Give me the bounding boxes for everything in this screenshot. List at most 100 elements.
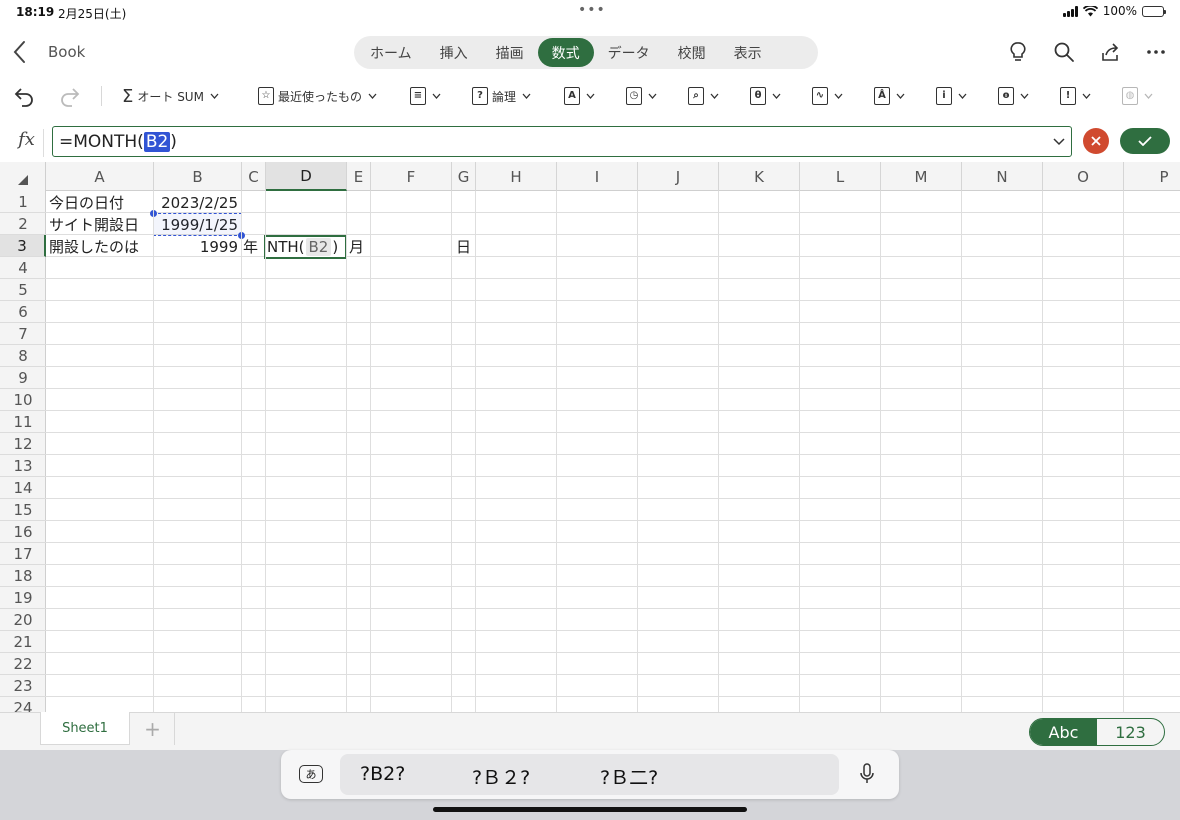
logical-label: 論理 bbox=[492, 89, 517, 104]
add-sheet-button[interactable]: + bbox=[131, 713, 175, 745]
lookup-button[interactable]: ⌕ bbox=[688, 84, 719, 108]
column-header-E[interactable]: E bbox=[347, 162, 371, 191]
financial-button[interactable]: ≡ bbox=[410, 84, 441, 108]
row-header-22[interactable]: 22 bbox=[0, 653, 46, 675]
math-button[interactable]: θ bbox=[750, 84, 781, 108]
tab-review[interactable]: 校閲 bbox=[664, 38, 720, 67]
column-header-L[interactable]: L bbox=[800, 162, 881, 191]
candidate-2[interactable]: ?Ｂ２? bbox=[472, 763, 530, 790]
row-header-21[interactable]: 21 bbox=[0, 631, 46, 653]
row-header-11[interactable]: 11 bbox=[0, 411, 46, 433]
home-indicator[interactable] bbox=[433, 807, 747, 812]
more-functions-button[interactable]: ∿ bbox=[812, 84, 843, 108]
web-button[interactable]: ◍ bbox=[1122, 84, 1153, 108]
row-header-2[interactable]: 2 bbox=[0, 213, 46, 235]
lightbulb-icon[interactable] bbox=[1007, 41, 1029, 63]
cancel-button[interactable] bbox=[1083, 128, 1109, 154]
text-functions-button[interactable]: A bbox=[564, 84, 595, 108]
row-header-12[interactable]: 12 bbox=[0, 433, 46, 455]
cell-E3[interactable]: 月 bbox=[346, 236, 370, 257]
row-header-18[interactable]: 18 bbox=[0, 565, 46, 587]
column-header-M[interactable]: M bbox=[881, 162, 962, 191]
multitasking-dots-icon[interactable]: ••• bbox=[578, 2, 606, 18]
row-header-10[interactable]: 10 bbox=[0, 389, 46, 411]
cell-A1[interactable]: 今日の日付 bbox=[46, 192, 153, 213]
column-header-H[interactable]: H bbox=[476, 162, 557, 191]
undo-icon[interactable] bbox=[12, 84, 36, 108]
column-header-G[interactable]: G bbox=[452, 162, 476, 191]
cell-B1[interactable]: 2023/2/25 bbox=[153, 192, 241, 213]
row-header-17[interactable]: 17 bbox=[0, 543, 46, 565]
info-button[interactable]: i bbox=[936, 84, 967, 108]
error-check-button[interactable]: ! bbox=[1060, 84, 1091, 108]
formula-input[interactable]: =MONTH(B2) bbox=[52, 126, 1072, 157]
row-header-6[interactable]: 6 bbox=[0, 301, 46, 323]
cell-A3[interactable]: 開設したのは bbox=[46, 236, 153, 257]
formula-prefix: =MONTH( bbox=[59, 131, 144, 152]
column-header-P[interactable]: P bbox=[1124, 162, 1180, 191]
text-format-button[interactable]: Å bbox=[874, 84, 905, 108]
reference-highlight-B2 bbox=[150, 210, 245, 239]
row-header-15[interactable]: 15 bbox=[0, 499, 46, 521]
logical-button[interactable]: ? 論理 bbox=[472, 84, 531, 108]
row-header-5[interactable]: 5 bbox=[0, 279, 46, 301]
column-header-I[interactable]: I bbox=[557, 162, 638, 191]
row-header-23[interactable]: 23 bbox=[0, 675, 46, 697]
column-header-C[interactable]: C bbox=[242, 162, 266, 191]
active-cell-D3[interactable]: NTH(B2) bbox=[264, 235, 347, 259]
row-header-7[interactable]: 7 bbox=[0, 323, 46, 345]
row-header-8[interactable]: 8 bbox=[0, 345, 46, 367]
tab-draw[interactable]: 描画 bbox=[482, 38, 538, 67]
redo-icon[interactable] bbox=[58, 84, 82, 108]
workbook-title[interactable]: Book bbox=[48, 43, 85, 61]
row-header-1[interactable]: 1 bbox=[0, 191, 46, 213]
candidate-3[interactable]: ?Ｂ二? bbox=[600, 763, 658, 790]
row-header-9[interactable]: 9 bbox=[0, 367, 46, 389]
tab-insert[interactable]: 挿入 bbox=[426, 38, 482, 67]
cell-A2[interactable]: サイト開設日 bbox=[46, 214, 153, 235]
autosum-button[interactable]: Σ オート SUM bbox=[122, 84, 219, 108]
row-header-14[interactable]: 14 bbox=[0, 477, 46, 499]
select-all-corner[interactable] bbox=[0, 162, 46, 191]
cell-B3[interactable]: 1999 bbox=[153, 236, 241, 257]
column-header-N[interactable]: N bbox=[962, 162, 1043, 191]
column-header-J[interactable]: J bbox=[638, 162, 719, 191]
cell-C3[interactable]: 年 bbox=[241, 236, 265, 257]
cell-G3[interactable]: 日 bbox=[451, 236, 475, 257]
keyboard-123-button[interactable]: 123 bbox=[1097, 719, 1164, 745]
microphone-icon[interactable] bbox=[859, 763, 875, 785]
more-options-icon[interactable] bbox=[1145, 41, 1167, 63]
column-header-D[interactable]: D bbox=[266, 162, 347, 191]
search-icon[interactable] bbox=[1053, 41, 1075, 63]
column-header-F[interactable]: F bbox=[371, 162, 452, 191]
row-header-20[interactable]: 20 bbox=[0, 609, 46, 631]
row-header-4[interactable]: 4 bbox=[0, 257, 46, 279]
engineering-button[interactable]: ɵ bbox=[998, 84, 1029, 108]
column-header-O[interactable]: O bbox=[1043, 162, 1124, 191]
cell-area[interactable]: 今日の日付 2023/2/25 サイト開設日 1999/1/25 開設したのは … bbox=[46, 191, 1180, 712]
row-header-24[interactable]: 24 bbox=[0, 697, 46, 713]
confirm-button[interactable] bbox=[1120, 128, 1170, 154]
chevron-down-icon bbox=[958, 93, 967, 99]
recently-used-button[interactable]: ☆ 最近使ったもの bbox=[258, 84, 377, 108]
expand-chevron-icon[interactable] bbox=[1053, 138, 1065, 146]
tab-formulas[interactable]: 数式 bbox=[537, 38, 594, 67]
tab-data[interactable]: データ bbox=[594, 38, 664, 67]
candidate-1[interactable]: ?B2? bbox=[360, 763, 405, 785]
back-chevron-icon[interactable] bbox=[12, 40, 28, 64]
share-icon[interactable] bbox=[1099, 41, 1121, 63]
row-header-16[interactable]: 16 bbox=[0, 521, 46, 543]
keyboard-abc-button[interactable]: Abc bbox=[1030, 719, 1097, 745]
row-header-3[interactable]: 3 bbox=[0, 235, 46, 257]
column-header-K[interactable]: K bbox=[719, 162, 800, 191]
tab-view[interactable]: 表示 bbox=[720, 38, 776, 67]
sheet-tab-sheet1[interactable]: Sheet1 bbox=[40, 712, 130, 745]
column-header-A[interactable]: A bbox=[46, 162, 154, 191]
column-header-B[interactable]: B bbox=[154, 162, 242, 191]
tab-home[interactable]: ホーム bbox=[356, 38, 426, 67]
ime-toggle-button[interactable]: あ bbox=[299, 765, 323, 783]
datetime-button[interactable]: ◷ bbox=[626, 84, 657, 108]
row-header-13[interactable]: 13 bbox=[0, 455, 46, 477]
fx-label[interactable]: fx bbox=[10, 129, 44, 157]
row-header-19[interactable]: 19 bbox=[0, 587, 46, 609]
